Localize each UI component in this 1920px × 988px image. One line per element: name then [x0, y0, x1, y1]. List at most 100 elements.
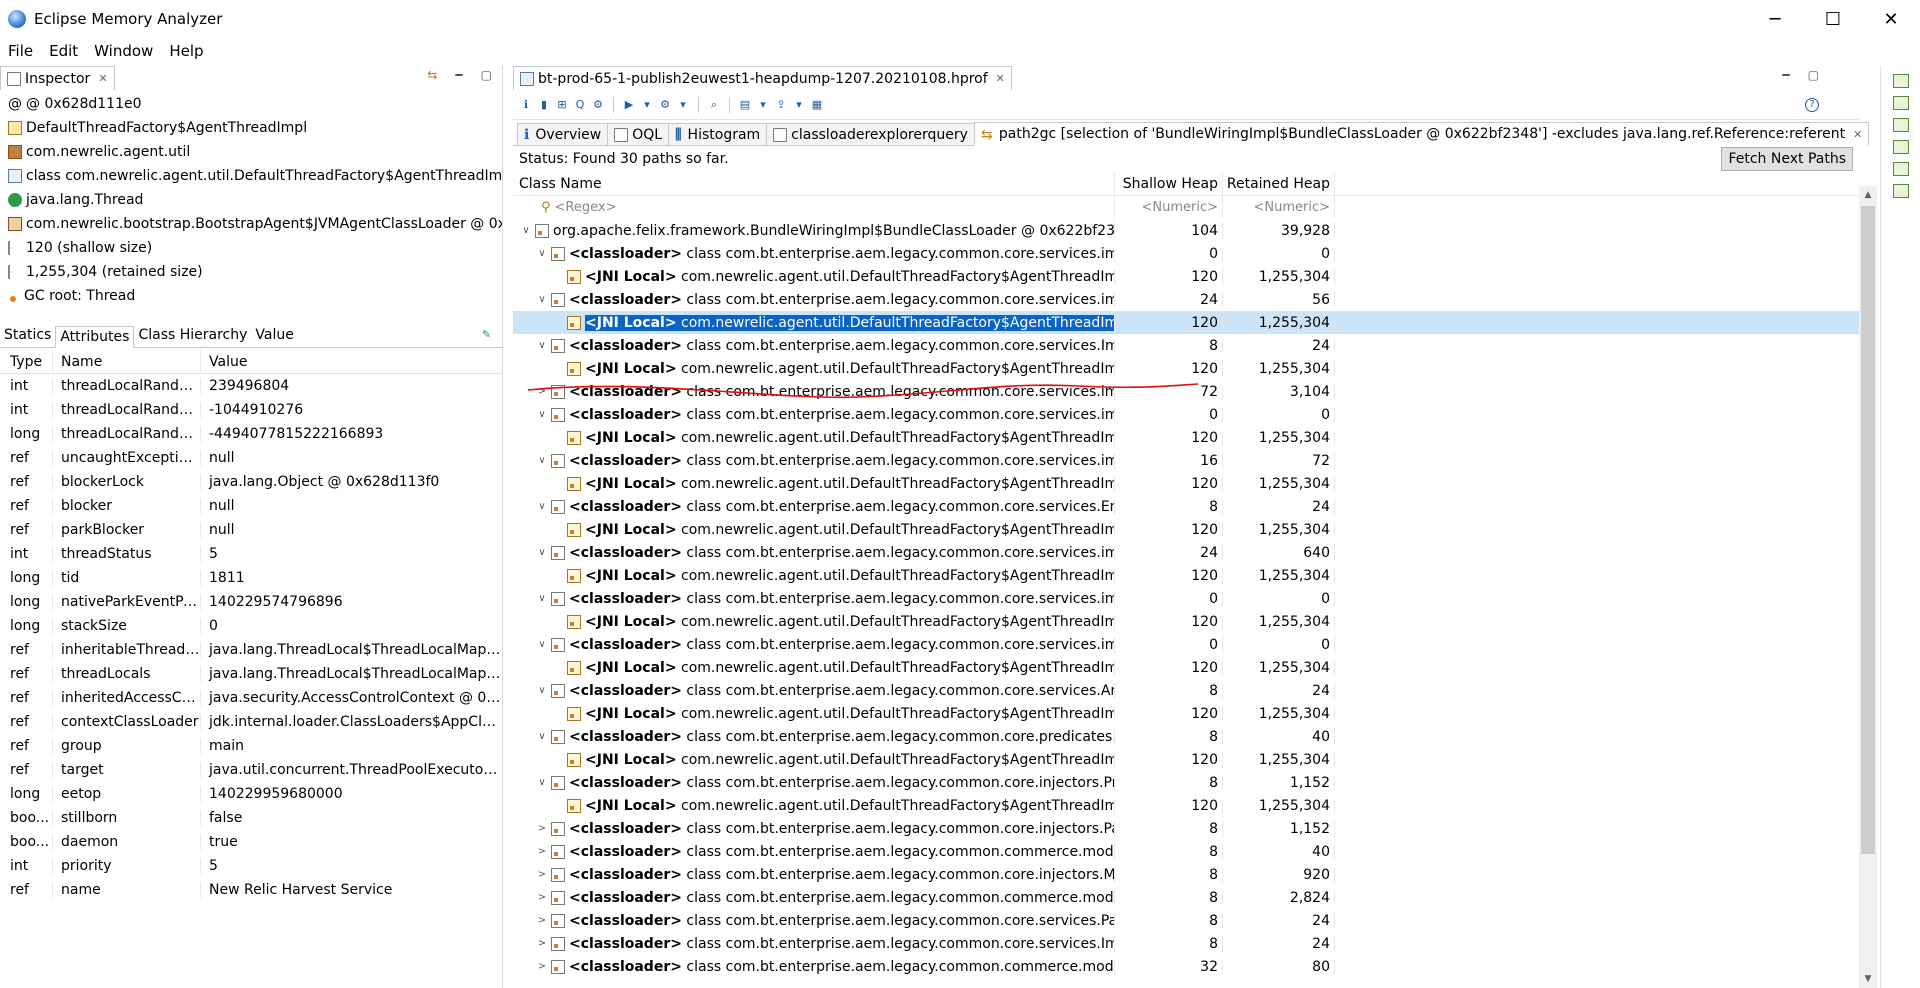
expand-toggle-icon[interactable]: ∨ [535, 685, 549, 696]
attribute-row[interactable]: long stackSize 0 [0, 614, 502, 638]
expand-toggle-icon[interactable]: > [535, 938, 549, 949]
attribute-row[interactable]: ref inheritedAccessCo... java.security.Acc… [0, 686, 502, 710]
attribute-row[interactable]: long eetop 140229959680000 [0, 782, 502, 806]
table-row[interactable]: <JNI Local> com.newrelic.agent.util.Defa… [513, 656, 1859, 679]
dominator-tree-icon[interactable]: ⊞ [555, 98, 569, 112]
maximize-button[interactable]: ☐ [1804, 0, 1862, 38]
minimize-view-icon[interactable]: ━ [1782, 68, 1789, 82]
table-row[interactable]: > <classloader> class com.bt.enterprise.a… [513, 380, 1859, 403]
retained-filter-input[interactable]: <Numeric> [1223, 196, 1335, 219]
tab-value[interactable]: Value [251, 325, 297, 347]
calculate-retained-icon[interactable]: ▦ [810, 98, 824, 112]
chevron-down-icon[interactable]: ▾ [756, 98, 770, 112]
table-row[interactable]: ∨ <classloader> class com.bt.enterprise.a… [513, 633, 1859, 656]
table-row[interactable]: <JNI Local> com.newrelic.agent.util.Defa… [513, 748, 1859, 771]
chevron-down-icon[interactable]: ▾ [792, 98, 806, 112]
tab-statics[interactable]: Statics [0, 325, 55, 347]
expand-toggle-icon[interactable]: ∨ [535, 455, 549, 466]
attribute-row[interactable]: long threadLocalRando... -4494077815222166… [0, 422, 502, 446]
attribute-row[interactable]: ref target java.util.concurrent.ThreadPool… [0, 758, 502, 782]
info-icon[interactable]: ℹ [519, 98, 533, 112]
tab-overview[interactable]: ℹ Overview [517, 123, 609, 145]
col-value-header[interactable]: Value [201, 350, 501, 374]
expand-toggle-icon[interactable]: ∨ [535, 593, 549, 604]
expand-toggle-icon[interactable]: > [535, 892, 549, 903]
expand-toggle-icon[interactable]: ∨ [535, 501, 549, 512]
chevron-down-icon[interactable]: ▾ [640, 98, 654, 112]
col-class-name-header[interactable]: Class Name [513, 171, 1115, 196]
attribute-row[interactable]: ref parkBlocker null [0, 518, 502, 542]
inspector-package-row[interactable]: com.newrelic.agent.util [8, 140, 502, 164]
table-row[interactable]: > <classloader> class com.bt.enterprise.a… [513, 817, 1859, 840]
attribute-row[interactable]: ref inheritableThreadL... java.lang.Thread… [0, 638, 502, 662]
table-row[interactable]: ∨ <classloader> class com.bt.enterprise.a… [513, 541, 1859, 564]
table-row[interactable]: ∨ <classloader> class com.bt.enterprise.a… [513, 679, 1859, 702]
attribute-row[interactable]: long nativeParkEventPoi... 140229574796896 [0, 590, 502, 614]
notes-icon[interactable] [1893, 96, 1909, 110]
maximize-view-icon[interactable]: ▢ [1808, 68, 1819, 82]
fetch-next-paths-button[interactable]: Fetch Next Paths [1721, 147, 1853, 171]
tab-path2gc[interactable]: ⇆ path2gc [selection of 'BundleWiringImpl… [973, 122, 1870, 146]
col-name-header[interactable]: Name [53, 349, 201, 374]
menu-help[interactable]: Help [161, 42, 211, 60]
table-row[interactable]: > <classloader> class com.bt.enterprise.a… [513, 955, 1859, 978]
table-row[interactable]: > <classloader> class com.bt.enterprise.a… [513, 886, 1859, 909]
attribute-row[interactable]: ref blocker null [0, 494, 502, 518]
chevron-down-icon[interactable]: ▾ [676, 98, 690, 112]
close-icon[interactable]: ✕ [98, 72, 107, 85]
tab-classloaderexplorerquery[interactable]: classloaderexplorerquery [766, 123, 975, 145]
oql-icon[interactable]: Q [573, 98, 587, 112]
menu-window[interactable]: Window [86, 42, 161, 60]
tab-histogram[interactable]: ⫼ Histogram [668, 123, 768, 145]
expand-toggle-icon[interactable]: ∨ [535, 340, 549, 351]
table-row[interactable]: <JNI Local> com.newrelic.agent.util.Defa… [513, 472, 1859, 495]
attribute-row[interactable]: ref uncaughtException... null [0, 446, 502, 470]
attribute-row[interactable]: boo... daemon true [0, 830, 502, 854]
table-row[interactable]: <JNI Local> com.newrelic.agent.util.Defa… [513, 564, 1859, 587]
table-row[interactable]: ∨ <classloader> class com.bt.enterprise.a… [513, 771, 1859, 794]
table-row[interactable]: ∨ <classloader> class com.bt.enterprise.a… [513, 334, 1859, 357]
table-row[interactable]: ∨ <classloader> class com.bt.enterprise.a… [513, 725, 1859, 748]
group-by-icon[interactable]: ▤ [738, 98, 752, 112]
inspector-side-icon[interactable] [1893, 184, 1909, 198]
table-row[interactable]: ∨ org.apache.felix.framework.BundleWiring… [513, 219, 1859, 242]
vertical-scrollbar[interactable]: ▲ ▼ [1859, 186, 1877, 988]
close-button[interactable]: ✕ [1862, 0, 1920, 38]
expand-toggle-icon[interactable]: ∨ [535, 248, 549, 259]
compare-basket-icon[interactable] [1893, 140, 1909, 154]
navigation-history-icon[interactable] [1893, 118, 1909, 132]
minimize-view-icon[interactable]: ━ [455, 68, 462, 82]
col-retained-heap-header[interactable]: Retained Heap [1223, 171, 1335, 196]
query-browser-icon[interactable]: ⚙ [658, 98, 672, 112]
search-icon[interactable]: ⌕ [707, 98, 721, 112]
attribute-row[interactable]: long tid 1811 [0, 566, 502, 590]
tab-attributes[interactable]: Attributes [55, 326, 135, 348]
close-icon[interactable]: ✕ [996, 72, 1005, 85]
histogram-icon[interactable]: ▮ [537, 98, 551, 112]
attribute-row[interactable]: int priority 5 [0, 854, 502, 878]
scroll-down-arrow[interactable]: ▼ [1859, 970, 1877, 988]
menu-edit[interactable]: Edit [41, 42, 86, 60]
expand-toggle-icon[interactable]: > [535, 869, 549, 880]
table-row[interactable]: > <classloader> class com.bt.enterprise.a… [513, 863, 1859, 886]
scrollbar-thumb[interactable] [1861, 206, 1875, 854]
expand-toggle-icon[interactable]: > [535, 386, 549, 397]
expand-toggle-icon[interactable]: ∨ [535, 639, 549, 650]
link-with-view-icon[interactable]: ⇆ [427, 68, 437, 82]
table-row[interactable]: > <classloader> class com.bt.enterprise.a… [513, 909, 1859, 932]
inspector-superclass-row[interactable]: java.lang.Thread [8, 188, 502, 212]
attribute-row[interactable]: ref group main [0, 734, 502, 758]
table-row[interactable]: <JNI Local> com.newrelic.agent.util.Defa… [513, 311, 1859, 334]
tab-class-hierarchy[interactable]: Class Hierarchy [134, 325, 251, 347]
minimize-button[interactable]: ─ [1746, 0, 1804, 38]
progress-icon[interactable] [1893, 162, 1909, 176]
pin-icon[interactable]: ✎ [482, 328, 492, 341]
table-row[interactable]: ∨ <classloader> class com.bt.enterprise.a… [513, 242, 1859, 265]
table-row[interactable]: <JNI Local> com.newrelic.agent.util.Defa… [513, 518, 1859, 541]
table-row[interactable]: <JNI Local> com.newrelic.agent.util.Defa… [513, 610, 1859, 633]
shallow-filter-input[interactable]: <Numeric> [1115, 196, 1223, 219]
attribute-row[interactable]: int threadLocalRando... 239496804 [0, 374, 502, 398]
expand-toggle-icon[interactable]: ∨ [535, 777, 549, 788]
inspector-address-row[interactable]: @ @ 0x628d111e0 [8, 92, 502, 116]
col-type-header[interactable]: Type [0, 349, 53, 374]
